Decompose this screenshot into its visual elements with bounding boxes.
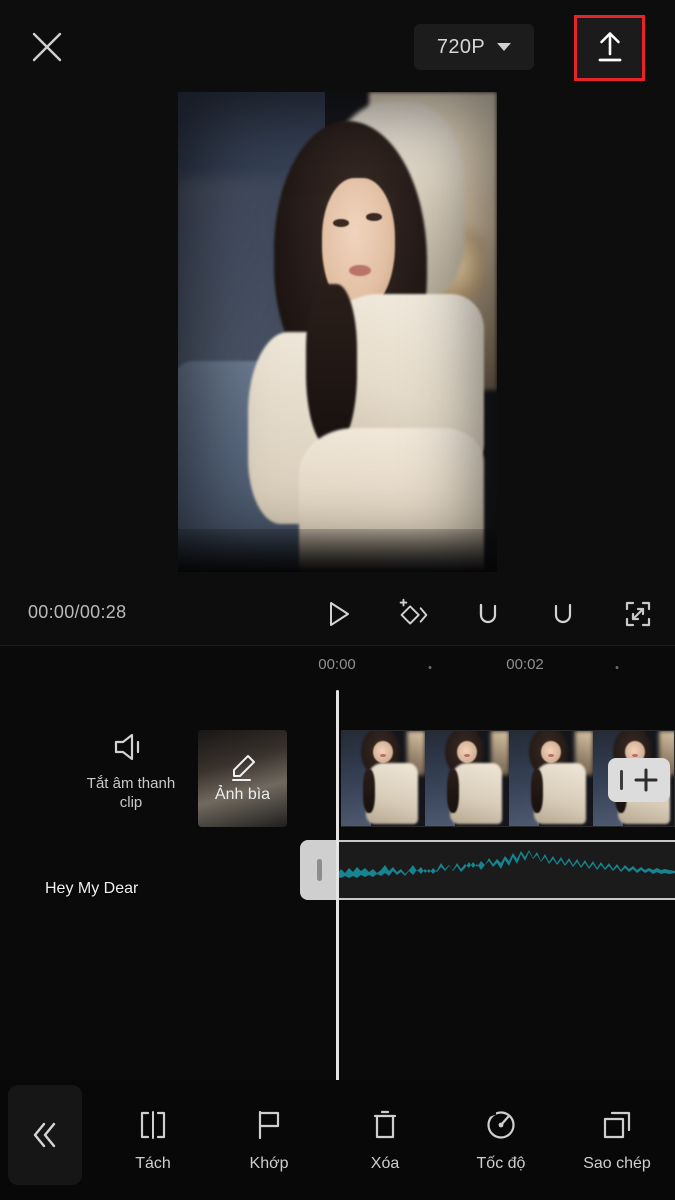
- resolution-value: 720P: [436, 35, 486, 58]
- tool-delete-label: Xóa: [370, 1154, 400, 1172]
- close-x-icon: [32, 32, 62, 62]
- trim-grip: [316, 859, 322, 881]
- audio-clip-name: Hey My Dear: [45, 880, 139, 897]
- tool-delete[interactable]: Xóa: [327, 1108, 443, 1173]
- trash-delete-icon: [373, 1110, 397, 1138]
- close-button[interactable]: [22, 22, 72, 72]
- play-button[interactable]: [318, 594, 358, 634]
- redo-arrow-icon: [554, 603, 572, 624]
- tool-speed[interactable]: Tốc độ: [443, 1108, 559, 1173]
- tool-copy[interactable]: Sao chép: [559, 1108, 675, 1173]
- tool-speed-label: Tốc độ: [476, 1154, 526, 1172]
- video-preview[interactable]: [178, 92, 497, 572]
- ruler-tick-dot: [428, 666, 432, 669]
- plus-icon: [634, 768, 657, 792]
- tool-match[interactable]: Khớp: [211, 1108, 327, 1173]
- tool-match-label: Khớp: [249, 1154, 289, 1172]
- mute-clip-audio-label: Tắt âm thanh clip: [86, 775, 176, 811]
- ruler-tick-label: 00:00: [318, 656, 356, 673]
- preview-image: [178, 92, 497, 572]
- collapse-toolbar-button[interactable]: [8, 1085, 82, 1185]
- flag-match-icon: [258, 1110, 280, 1139]
- speedometer-icon: [487, 1110, 515, 1139]
- timeline-panel[interactable]: 00:00 00:02 Tắt âm thanh clip Ảnh bìa He…: [0, 646, 675, 1114]
- undo-arrow-icon: [479, 603, 497, 624]
- tool-split[interactable]: Tách: [95, 1108, 211, 1173]
- add-clip-button[interactable]: [608, 758, 670, 802]
- player-control-bar: 00:00/00:28: [0, 580, 675, 645]
- mute-clip-audio-button[interactable]: Tắt âm thanh clip: [76, 730, 186, 830]
- bottom-toolbar: Tách Khớp Xóa Tốc độ Sao chép: [0, 1080, 675, 1200]
- preview-area: [0, 92, 675, 580]
- double-chevron-left-icon: [33, 1122, 56, 1148]
- editing-tools: Tách Khớp Xóa Tốc độ Sao chép: [95, 1080, 675, 1200]
- cover-image-button[interactable]: Ảnh bìa: [198, 730, 287, 827]
- redo-button[interactable]: [543, 594, 583, 634]
- timeline-playhead[interactable]: [336, 690, 339, 1114]
- tool-copy-label: Sao chép: [583, 1154, 651, 1172]
- export-button[interactable]: [574, 15, 645, 81]
- video-frame-thumb[interactable]: [341, 731, 425, 826]
- cover-image-label: Ảnh bìa: [214, 785, 271, 803]
- split-brackets-icon: [140, 1110, 166, 1139]
- top-bar: 720P: [0, 0, 675, 92]
- ruler-tick-label: 00:02: [506, 656, 544, 673]
- chevron-down-icon: [497, 43, 512, 51]
- undo-button[interactable]: [468, 594, 508, 634]
- add-keyframe-button[interactable]: [393, 594, 433, 634]
- add-clip-divider: [619, 770, 623, 790]
- resolution-dropdown[interactable]: 720P: [414, 24, 534, 70]
- ruler-tick-dot: [615, 666, 619, 669]
- speaker-mute-icon: [114, 733, 140, 761]
- video-editor-app: 720P 00:00/00:28 00:00 00:02 Tắt âm than…: [0, 0, 675, 1200]
- tool-split-label: Tách: [135, 1154, 171, 1172]
- audio-waveform: [337, 850, 675, 878]
- play-triangle-icon: [330, 602, 349, 626]
- audio-clip[interactable]: [337, 840, 675, 900]
- pencil-edit-icon: [231, 754, 255, 781]
- copy-squares-icon: [603, 1111, 631, 1138]
- timecode-display: 00:00/00:28: [28, 602, 127, 622]
- video-frame-thumb[interactable]: [425, 731, 509, 826]
- upload-export-icon: [598, 32, 621, 62]
- audio-trim-handle-left[interactable]: [300, 840, 338, 900]
- keyframe-diamond-plus-icon: [399, 598, 428, 625]
- video-frame-thumb[interactable]: [509, 731, 593, 826]
- fullscreen-button[interactable]: [618, 594, 658, 634]
- fullscreen-expand-icon: [625, 601, 651, 627]
- timeline-ruler[interactable]: 00:00 00:02: [0, 646, 675, 690]
- audio-track[interactable]: [300, 840, 675, 900]
